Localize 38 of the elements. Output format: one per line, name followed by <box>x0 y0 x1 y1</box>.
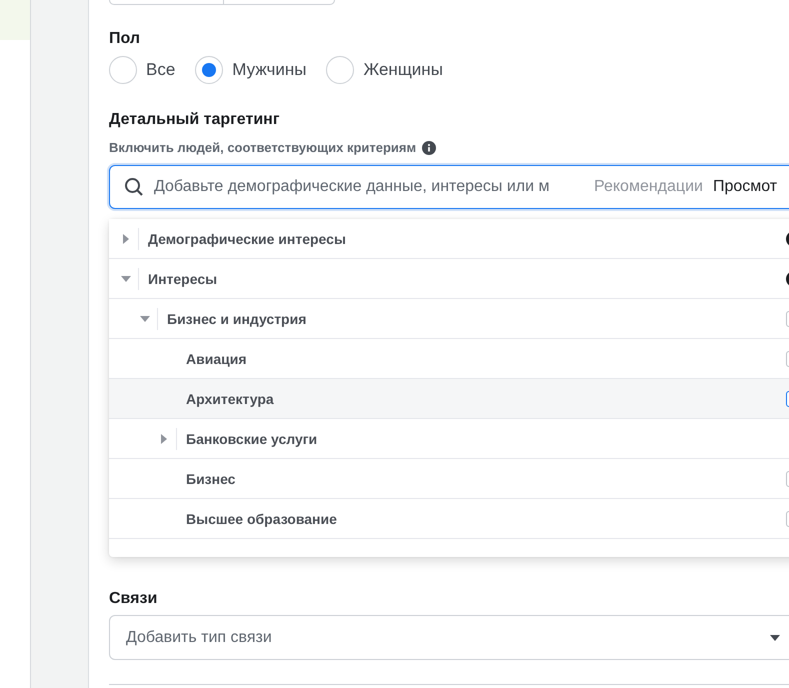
tree-label: Банковские услуги <box>186 430 318 446</box>
section-subtitle: Включить людей, соответствующих критериям <box>109 140 416 155</box>
caret-right-icon[interactable] <box>121 234 131 244</box>
tree-label: Бизнес и индустрия <box>167 310 308 326</box>
info-icon[interactable] <box>422 140 436 154</box>
connection-select[interactable]: Добавить тип связи <box>109 615 789 660</box>
caret-down-icon <box>770 634 780 640</box>
radio-option[interactable]: Женщины <box>326 56 443 84</box>
segmented-field[interactable] <box>109 0 335 5</box>
section-title: Детальный таргетинг <box>109 111 280 129</box>
caret-down-icon[interactable] <box>140 314 150 324</box>
section-title: Связи <box>109 590 158 608</box>
tree-row[interactable]: Высшее образование <box>109 499 789 539</box>
caret-down-icon[interactable] <box>121 274 131 284</box>
tree-row[interactable]: Бизнес <box>109 459 789 499</box>
caret-right-icon[interactable] <box>159 434 169 444</box>
section-title: Пол <box>109 30 142 48</box>
tree-label: Высшее образование <box>186 510 338 526</box>
highlighted-item <box>0 0 30 40</box>
tree-row[interactable]: Интересы <box>109 259 789 299</box>
radio-option[interactable]: Все <box>109 56 176 84</box>
tree-row[interactable]: Архитектура <box>109 379 789 419</box>
radio-button[interactable] <box>195 56 224 84</box>
radio-option[interactable]: Мужчины <box>195 56 306 84</box>
tree-label: Демографические интересы <box>148 230 347 246</box>
tree-row[interactable]: Банковские услуги <box>109 419 789 459</box>
tree-row[interactable]: Демографические интересы <box>109 219 789 259</box>
tree-label: Интересы <box>148 270 218 286</box>
search-field[interactable]: Добавьте демографические данные, интересы или м Рекомендации Просмот <box>109 165 789 209</box>
tree-label: Бизнес <box>186 470 236 486</box>
search-icon <box>124 177 144 197</box>
search-tab[interactable]: Просмот <box>712 178 778 196</box>
tree-label: Авиация <box>186 350 248 366</box>
radio-button[interactable] <box>109 56 137 84</box>
tree-label: Архитектура <box>186 390 275 406</box>
tree-row[interactable]: Авиация <box>109 339 789 379</box>
radio-button[interactable] <box>326 56 354 84</box>
tree-row[interactable]: Бизнес и индустрия <box>109 299 789 339</box>
